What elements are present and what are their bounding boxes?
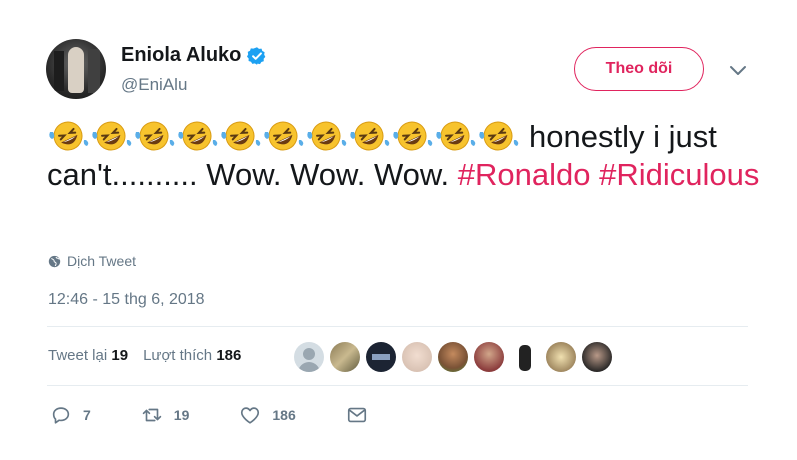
- avatar[interactable]: [46, 39, 106, 99]
- liker-avatar[interactable]: [402, 342, 432, 372]
- reply-count[interactable]: 7: [83, 407, 91, 423]
- liker-avatar[interactable]: [294, 342, 324, 372]
- hashtag-ronaldo[interactable]: #Ronaldo: [458, 157, 591, 192]
- liker-avatar[interactable]: [366, 342, 396, 372]
- rofl-emoji-icon: [307, 121, 347, 151]
- globe-icon: [48, 255, 61, 267]
- liker-avatar[interactable]: [438, 342, 468, 372]
- translate-link[interactable]: Dịch Tweet: [48, 253, 136, 269]
- like-count[interactable]: 186: [272, 407, 295, 423]
- retweet-stat-count[interactable]: 19: [111, 347, 128, 364]
- tweet-timestamp[interactable]: 12:46 - 15 thg 6, 2018: [48, 291, 205, 309]
- like-stat[interactable]: Lượt thích 186: [143, 347, 241, 364]
- verified-badge-icon: [247, 46, 266, 65]
- emoji-row: [47, 118, 519, 154]
- retweet-button[interactable]: 19: [141, 404, 190, 426]
- liker-avatar[interactable]: [546, 342, 576, 372]
- liker-avatars: [294, 342, 612, 372]
- rofl-emoji-icon: [264, 121, 304, 151]
- reply-button[interactable]: 7: [50, 404, 91, 426]
- rofl-emoji-icon: [479, 121, 519, 151]
- rofl-emoji-icon: [350, 121, 390, 151]
- tweet-actions: 7 19 186: [50, 404, 418, 426]
- retweet-stat-label[interactable]: Tweet lại: [48, 347, 107, 364]
- liker-avatar[interactable]: [510, 342, 540, 372]
- rofl-emoji-icon: [49, 121, 89, 151]
- follow-button[interactable]: Theo dõi: [574, 47, 704, 91]
- like-button[interactable]: 186: [239, 404, 296, 426]
- user-name[interactable]: Eniola Aluko: [121, 44, 267, 67]
- rofl-emoji-icon: [436, 121, 476, 151]
- message-button[interactable]: [346, 404, 368, 426]
- rofl-emoji-icon: [135, 121, 175, 151]
- like-stat-count[interactable]: 186: [216, 347, 241, 364]
- divider: [47, 385, 748, 386]
- rofl-emoji-icon: [221, 121, 261, 151]
- liker-avatar[interactable]: [474, 342, 504, 372]
- chevron-down-icon[interactable]: [727, 62, 749, 78]
- rofl-emoji-icon: [393, 121, 433, 151]
- like-stat-label[interactable]: Lượt thích: [143, 347, 212, 364]
- tweet-stats: Tweet lại 19 Lượt thích 186: [48, 347, 241, 364]
- retweet-icon: [142, 408, 162, 422]
- reply-icon: [52, 407, 70, 424]
- liker-avatar[interactable]: [582, 342, 612, 372]
- rofl-emoji-icon: [178, 121, 218, 151]
- user-name-text[interactable]: Eniola Aluko: [121, 44, 241, 67]
- like-icon: [241, 407, 260, 424]
- retweet-count[interactable]: 19: [174, 407, 190, 423]
- message-icon: [347, 407, 366, 423]
- hashtag-ridiculous[interactable]: #Ridiculous: [599, 157, 759, 192]
- translate-label[interactable]: Dịch Tweet: [67, 253, 136, 269]
- retweet-stat[interactable]: Tweet lại 19: [48, 347, 128, 364]
- user-handle[interactable]: @EniAlu: [121, 75, 187, 95]
- tweet-text: honestly i just can't.......... Wow. Wow…: [47, 118, 767, 194]
- divider: [47, 326, 748, 327]
- tweet-card: Eniola Aluko @EniAlu Theo dõi honestly i…: [0, 0, 797, 460]
- liker-avatar[interactable]: [330, 342, 360, 372]
- rofl-emoji-icon: [92, 121, 132, 151]
